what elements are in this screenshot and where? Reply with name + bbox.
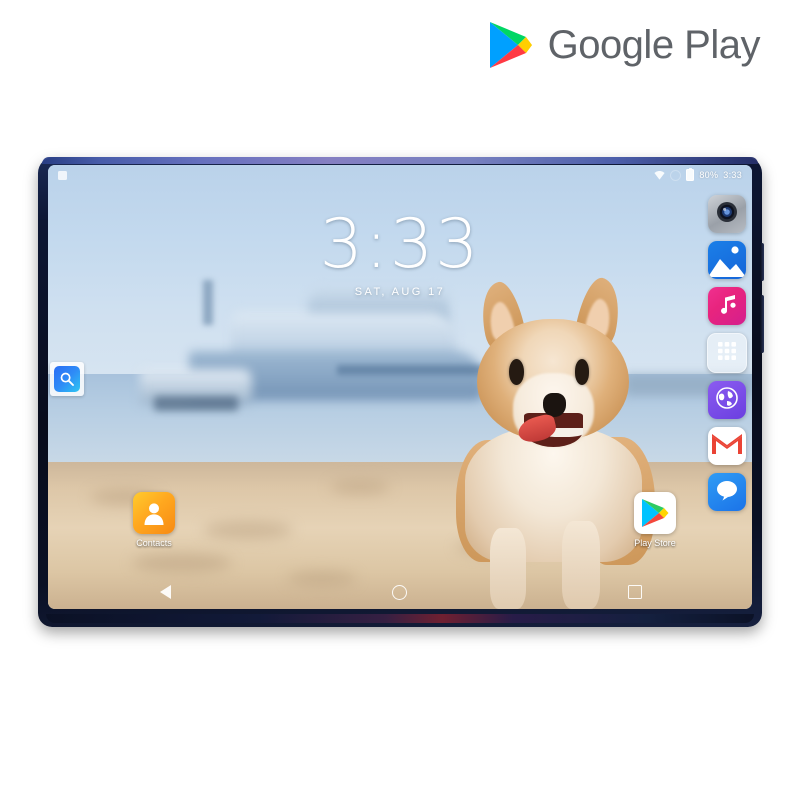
tablet-device: 80% 3:33 3:33 SAT, AUG 17 Contacts Play … bbox=[38, 157, 764, 627]
dog-eye-left bbox=[509, 359, 524, 385]
device-top-edge bbox=[42, 157, 758, 164]
dock-item-music[interactable] bbox=[708, 287, 746, 325]
camera-icon bbox=[714, 199, 740, 230]
device-bottom-edge bbox=[46, 614, 754, 623]
music-icon bbox=[716, 293, 738, 320]
dog-nose bbox=[542, 393, 567, 417]
status-bar-time: 3:33 bbox=[723, 170, 742, 180]
sync-icon bbox=[670, 169, 682, 181]
wallpaper-corgi-dog bbox=[456, 272, 667, 609]
wifi-icon bbox=[654, 170, 665, 180]
contacts-icon bbox=[133, 492, 175, 534]
dock-item-app-drawer[interactable] bbox=[707, 333, 747, 373]
wallpaper-boat-shadow bbox=[153, 395, 239, 412]
google-play-branding: Google Play bbox=[488, 20, 761, 70]
status-bar[interactable]: 80% 3:33 bbox=[48, 165, 752, 185]
globe-icon bbox=[714, 385, 740, 416]
home-icon bbox=[392, 584, 408, 600]
battery-icon bbox=[686, 167, 695, 181]
dock-item-browser[interactable] bbox=[708, 381, 746, 419]
back-icon bbox=[159, 585, 171, 599]
volume-button[interactable] bbox=[760, 243, 764, 281]
app-contacts[interactable]: Contacts bbox=[124, 492, 184, 548]
battery-level: 80% bbox=[699, 170, 719, 180]
navigation-bar bbox=[48, 577, 752, 607]
play-store-icon bbox=[634, 492, 676, 534]
dock-item-gallery[interactable] bbox=[708, 241, 746, 279]
app-play-store-label: Play Store bbox=[634, 538, 676, 548]
home-button[interactable] bbox=[380, 577, 420, 607]
google-play-wordmark: Google Play bbox=[547, 22, 761, 67]
gallery-icon bbox=[708, 241, 746, 279]
tablet-screen[interactable]: 80% 3:33 3:33 SAT, AUG 17 Contacts Play … bbox=[48, 165, 752, 609]
wallpaper-mast bbox=[202, 280, 214, 325]
messages-icon bbox=[715, 479, 739, 506]
notification-icon bbox=[58, 170, 67, 180]
app-contacts-label: Contacts bbox=[136, 538, 172, 548]
status-bar-left bbox=[58, 170, 67, 180]
status-bar-right: 80% 3:33 bbox=[654, 167, 742, 181]
dock-item-gmail[interactable] bbox=[708, 427, 746, 465]
dock-item-messages[interactable] bbox=[708, 473, 746, 511]
google-play-logo bbox=[488, 20, 534, 70]
search-widget[interactable] bbox=[50, 362, 84, 396]
power-button[interactable] bbox=[760, 295, 764, 353]
recents-button[interactable] bbox=[615, 577, 655, 607]
search-icon bbox=[54, 366, 80, 392]
dog-eye-right bbox=[574, 359, 590, 385]
app-play-store[interactable]: Play Store bbox=[625, 492, 685, 548]
dock-right bbox=[707, 195, 747, 511]
recents-icon bbox=[627, 585, 642, 599]
back-button[interactable] bbox=[145, 577, 185, 607]
dock-item-camera[interactable] bbox=[708, 195, 746, 233]
app-drawer-icon bbox=[716, 340, 738, 367]
gmail-icon bbox=[712, 433, 742, 460]
